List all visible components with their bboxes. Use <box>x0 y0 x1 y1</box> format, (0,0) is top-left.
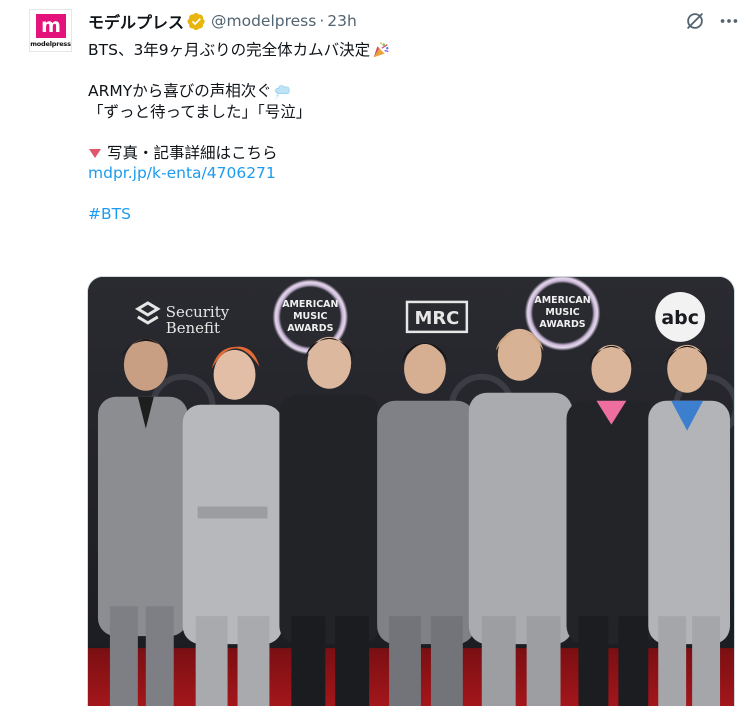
svg-text:AWARDS: AWARDS <box>539 319 585 330</box>
article-link[interactable]: mdpr.jp/k-enta/4706271 <box>88 163 276 184</box>
svg-text:MUSIC: MUSIC <box>545 307 579 318</box>
tweet-card[interactable]: m modelpress モデルプレス @modelpress · 23h BT… <box>0 0 754 706</box>
user-handle[interactable]: @modelpress <box>211 12 316 30</box>
tweet-line-4: 写真・記事詳細はこちら <box>88 143 728 164</box>
avatar-logo-mark: m <box>36 14 66 38</box>
tweet-header: モデルプレス @modelpress · 23h <box>88 10 357 32</box>
svg-text:MUSIC: MUSIC <box>293 311 327 322</box>
backdrop-benefit-text: Benefit <box>166 319 220 337</box>
tweet-line-3-text: 「ずっと待ってました」「号泣」 <box>88 102 312 121</box>
avatar[interactable]: m modelpress <box>29 9 72 52</box>
party-popper-icon <box>372 41 390 59</box>
thought-bubble-icon <box>274 82 292 100</box>
tweet-text: BTS、3年9ヶ月ぶりの完全体カムバ決定 ARMYから喜びの声相次ぐ 「ずっと待… <box>88 40 728 225</box>
photo-illustration: Security Benefit AMERICAN MUSIC AWARDS M… <box>88 277 734 706</box>
separator-dot: · <box>319 12 325 30</box>
tweet-line-1-text: BTS、3年9ヶ月ぶりの完全体カムバ決定 <box>88 41 371 59</box>
svg-text:AWARDS: AWARDS <box>287 323 333 334</box>
grok-icon[interactable] <box>684 10 706 32</box>
svg-text:abc: abc <box>661 307 699 329</box>
display-name[interactable]: モデルプレス <box>88 9 184 33</box>
backdrop-logo-abc: abc <box>655 291 706 342</box>
red-triangle-icon <box>88 146 102 160</box>
svg-text:MRC: MRC <box>415 308 460 329</box>
tweet-line-2-text: ARMYから喜びの声相次ぐ <box>88 82 272 100</box>
tweet-actions <box>684 10 740 32</box>
avatar-logo-letter: m <box>41 15 61 37</box>
svg-text:AMERICAN: AMERICAN <box>534 295 590 306</box>
verified-badge-icon[interactable] <box>187 12 206 31</box>
tweet-line-4-text: 写真・記事詳細はこちら <box>107 143 278 162</box>
avatar-brand-text: modelpress <box>30 40 71 48</box>
more-icon[interactable] <box>718 10 740 32</box>
tweet-line-1: BTS、3年9ヶ月ぶりの完全体カムバ決定 <box>88 40 728 61</box>
tweet-hashtag-line: #BTS <box>88 204 728 225</box>
hashtag-link[interactable]: #BTS <box>88 204 131 225</box>
svg-text:AMERICAN: AMERICAN <box>282 299 338 310</box>
tweet-photo[interactable]: Security Benefit AMERICAN MUSIC AWARDS M… <box>87 276 735 706</box>
tweet-line-3: 「ずっと待ってました」「号泣」 <box>88 102 728 123</box>
timestamp[interactable]: 23h <box>327 12 357 30</box>
tweet-line-2: ARMYから喜びの声相次ぐ <box>88 81 728 102</box>
tweet-link-line: mdpr.jp/k-enta/4706271 <box>88 163 728 184</box>
